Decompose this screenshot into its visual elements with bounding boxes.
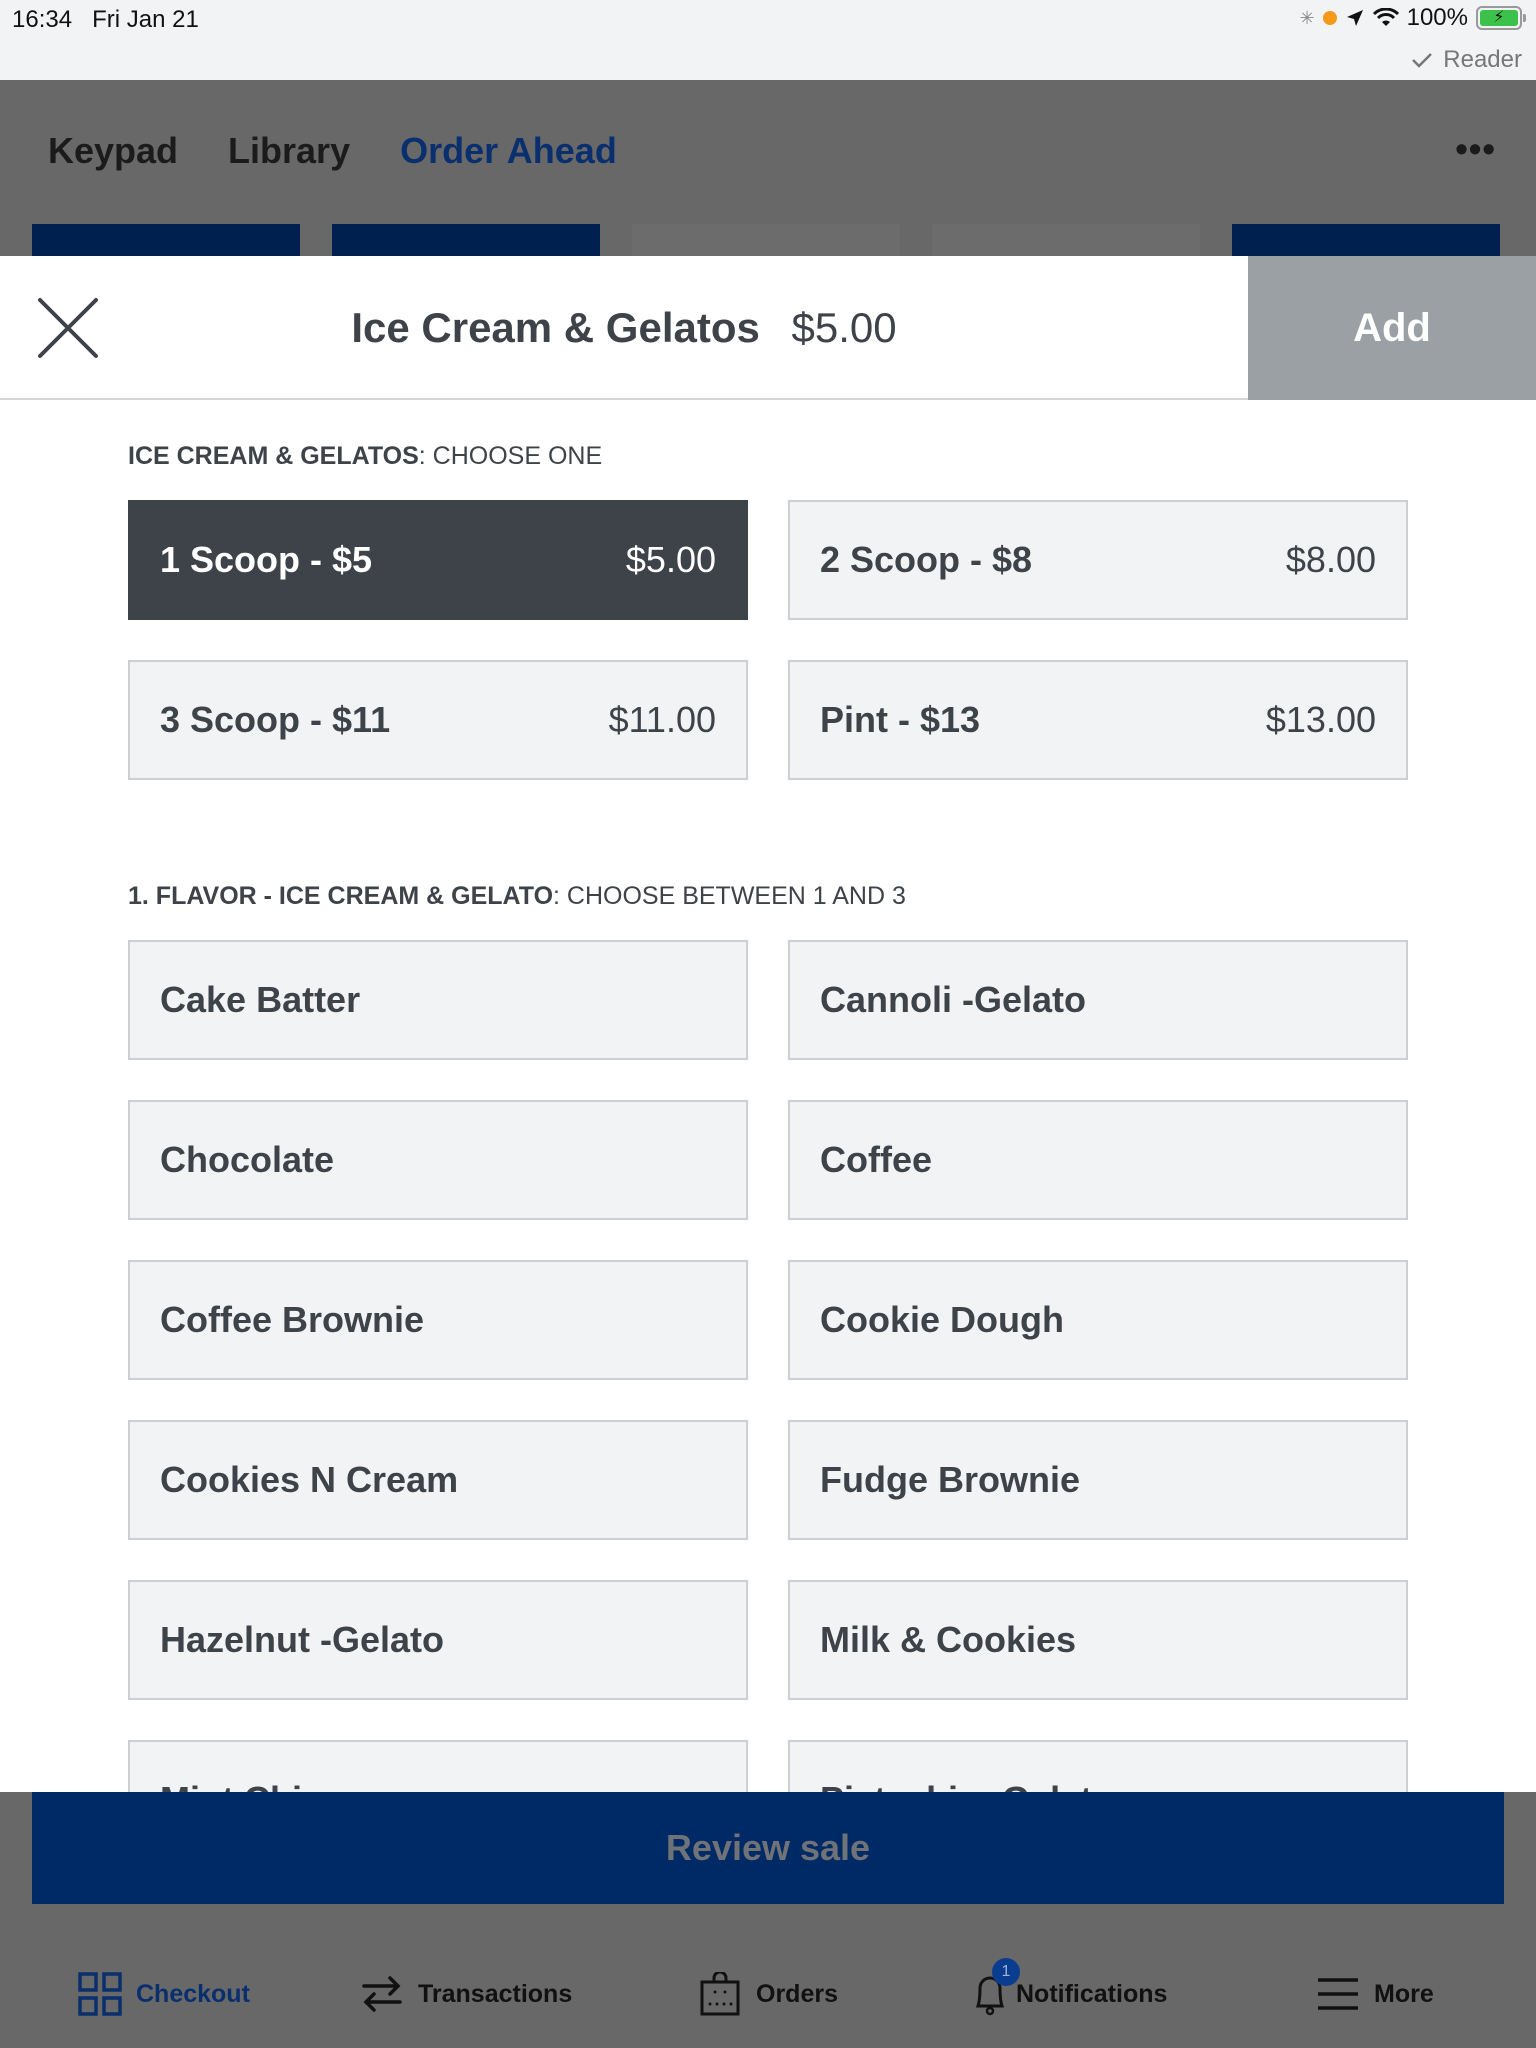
option-label: 3 Scoop - $11 bbox=[160, 699, 391, 740]
section-heading-flavor: 1. FLAVOR - ICE CREAM & GELATO: CHOOSE B… bbox=[128, 882, 906, 911]
option-price: $5.00 bbox=[625, 539, 716, 580]
battery-charging-icon: ⚡ bbox=[1476, 6, 1526, 30]
top-tabs: Keypad Library Order Ahead bbox=[48, 130, 617, 172]
nav-notifications[interactable]: 1 Notifications bbox=[968, 1958, 1168, 2016]
option-label: Cake Batter bbox=[160, 979, 361, 1020]
option-label: Coffee Brownie bbox=[160, 1299, 425, 1340]
size-option[interactable]: 2 Scoop - $8 $8.00 bbox=[788, 500, 1408, 620]
bottom-tab-bar: Checkout Transactions Orders 1 Notificat… bbox=[0, 1904, 1536, 2048]
shopping-bag-icon bbox=[700, 1972, 740, 2016]
review-sale-button[interactable]: Review sale bbox=[32, 1792, 1504, 1904]
status-bar: 16:34 Fri Jan 21 ✳ 100% ⚡ Reader bbox=[0, 0, 1536, 80]
option-label: Cannoli -Gelato bbox=[820, 979, 1087, 1020]
tab-keypad[interactable]: Keypad bbox=[48, 130, 178, 172]
nav-label: Orders bbox=[756, 1979, 838, 2008]
flavor-option[interactable]: Cookies N Cream bbox=[128, 1420, 748, 1540]
section-heading-size: ICE CREAM & GELATOS: CHOOSE ONE bbox=[128, 442, 602, 471]
option-label: Milk & Cookies bbox=[820, 1619, 1077, 1660]
app-header: Keypad Library Order Ahead ••• bbox=[0, 80, 1536, 256]
library-tile[interactable] bbox=[932, 224, 1200, 256]
option-label: Pint - $13 bbox=[820, 699, 981, 740]
grid-icon bbox=[78, 1972, 122, 2016]
option-label: 2 Scoop - $8 bbox=[820, 539, 1033, 580]
recording-dot-icon bbox=[1322, 11, 1337, 25]
flavor-option[interactable]: Pistachio -Gelato bbox=[788, 1740, 1408, 1792]
option-label: Hazelnut -Gelato bbox=[160, 1619, 445, 1660]
notification-badge: 1 bbox=[992, 1958, 1020, 1986]
wifi-icon bbox=[1372, 8, 1399, 26]
size-options-grid: 1 Scoop - $5 $5.00 2 Scoop - $8 $8.00 3 … bbox=[128, 500, 1408, 780]
flavor-option[interactable]: Mint Chip bbox=[128, 1740, 748, 1792]
flavor-option[interactable]: Milk & Cookies bbox=[788, 1580, 1408, 1700]
library-tile[interactable] bbox=[32, 224, 300, 256]
flavor-option[interactable]: Coffee bbox=[788, 1100, 1408, 1220]
section-heading-rule: : CHOOSE BETWEEN 1 AND 3 bbox=[553, 882, 906, 910]
nav-label: Transactions bbox=[418, 1979, 573, 2008]
status-time-date: 16:34 Fri Jan 21 bbox=[12, 6, 199, 34]
flavor-option[interactable]: Fudge Brownie bbox=[788, 1420, 1408, 1540]
size-option[interactable]: Pint - $13 $13.00 bbox=[788, 660, 1408, 780]
option-label: Fudge Brownie bbox=[820, 1459, 1080, 1500]
nav-transactions[interactable]: Transactions bbox=[360, 1972, 572, 2016]
sheet-header: Ice Cream & Gelatos $5.00 Add bbox=[0, 256, 1536, 400]
option-price: $13.00 bbox=[1265, 699, 1376, 740]
section-heading-rule: : CHOOSE ONE bbox=[418, 442, 603, 470]
library-tile[interactable] bbox=[332, 224, 600, 256]
flavor-option[interactable]: Cannoli -Gelato bbox=[788, 940, 1408, 1060]
hamburger-menu-icon bbox=[1318, 1978, 1358, 2010]
nav-more[interactable]: More bbox=[1316, 1972, 1434, 2016]
status-time: 16:34 bbox=[12, 6, 73, 33]
item-name: Ice Cream & Gelatos bbox=[351, 304, 760, 351]
option-label: Pistachio -Gelato bbox=[820, 1779, 1114, 1792]
item-modifier-sheet: Ice Cream & Gelatos $5.00 Add ICE CREAM … bbox=[0, 256, 1536, 1792]
checkmark-icon bbox=[1412, 53, 1433, 68]
nav-checkout[interactable]: Checkout bbox=[78, 1972, 250, 2016]
location-arrow-icon bbox=[1346, 10, 1363, 26]
battery-percent: 100% bbox=[1406, 4, 1468, 31]
flavor-option[interactable]: Coffee Brownie bbox=[128, 1260, 748, 1380]
option-label: Mint Chip bbox=[160, 1779, 324, 1792]
bell-icon-wrap: 1 bbox=[968, 1958, 1020, 2016]
flavor-option[interactable]: Hazelnut -Gelato bbox=[128, 1580, 748, 1700]
size-option[interactable]: 3 Scoop - $11 $11.00 bbox=[128, 660, 748, 780]
flavor-options-grid: Cake Batter Cannoli -Gelato Chocolate Co… bbox=[128, 940, 1408, 1792]
activity-spinner-icon: ✳ bbox=[1299, 7, 1315, 28]
nav-orders[interactable]: Orders bbox=[698, 1972, 838, 2016]
flavor-option[interactable]: Cake Batter bbox=[128, 940, 748, 1060]
option-label: 1 Scoop - $5 bbox=[160, 539, 373, 580]
tab-order-ahead[interactable]: Order Ahead bbox=[400, 130, 617, 172]
section-heading-bold: 1. FLAVOR - ICE CREAM & GELATO bbox=[128, 882, 554, 910]
nav-label: Checkout bbox=[136, 1979, 250, 2008]
tab-library[interactable]: Library bbox=[228, 130, 350, 172]
option-label: Coffee bbox=[820, 1139, 933, 1180]
nav-label: More bbox=[1374, 1979, 1434, 2008]
status-indicators: ✳ 100% ⚡ bbox=[1299, 4, 1526, 32]
status-date: Fri Jan 21 bbox=[92, 6, 199, 33]
library-tile[interactable] bbox=[632, 224, 900, 256]
option-label: Cookie Dough bbox=[820, 1299, 1064, 1340]
more-options-icon[interactable]: ••• bbox=[1455, 128, 1496, 170]
flavor-option[interactable]: Chocolate bbox=[128, 1100, 748, 1220]
nav-label: Notifications bbox=[1016, 1979, 1168, 2008]
size-option[interactable]: 1 Scoop - $5 $5.00 bbox=[128, 500, 748, 620]
reader-status[interactable]: Reader bbox=[1411, 46, 1522, 74]
option-label: Chocolate bbox=[160, 1139, 335, 1180]
section-heading-bold: ICE CREAM & GELATOS bbox=[128, 442, 419, 470]
item-price: $5.00 bbox=[791, 304, 897, 351]
flavor-option[interactable]: Cookie Dough bbox=[788, 1260, 1408, 1380]
reader-label: Reader bbox=[1443, 46, 1522, 73]
option-price: $11.00 bbox=[608, 699, 716, 740]
swap-arrows-icon bbox=[362, 1976, 402, 2012]
option-label: Cookies N Cream bbox=[160, 1459, 459, 1500]
sheet-title: Ice Cream & Gelatos $5.00 bbox=[0, 304, 1248, 352]
add-button[interactable]: Add bbox=[1248, 256, 1536, 400]
option-price: $8.00 bbox=[1285, 539, 1376, 580]
library-tile[interactable] bbox=[1232, 224, 1500, 256]
